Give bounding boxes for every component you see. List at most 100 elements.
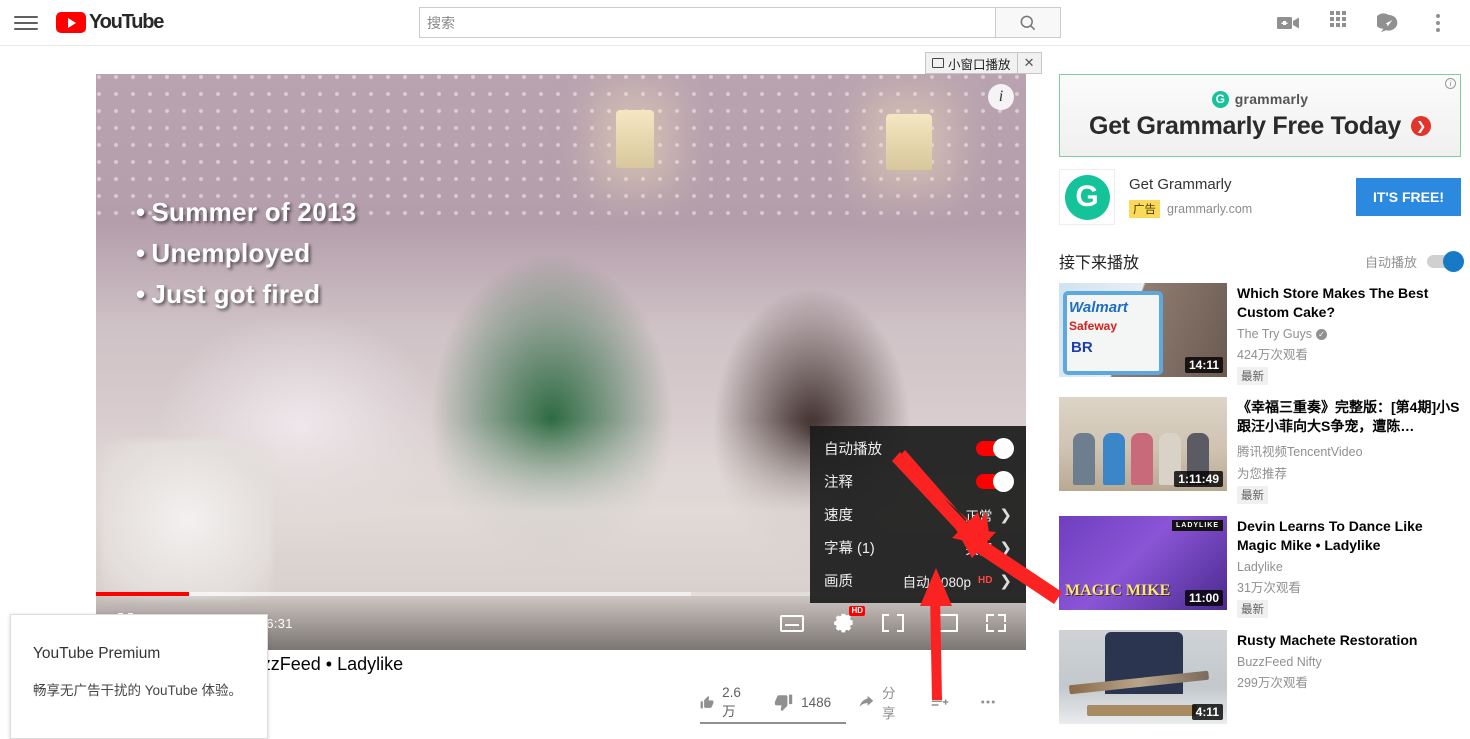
video-channel: 腾讯视频TencentVideo <box>1237 445 1363 459</box>
upnext-title: 接下来播放 <box>1059 255 1140 272</box>
save-to-playlist-button[interactable] <box>930 693 950 711</box>
sidebar-ad-banner[interactable]: i G grammarly Get Grammarly Free Today ❯ <box>1059 74 1461 157</box>
video-player[interactable]: Summer of 2013 Unemployed Just got fired… <box>96 74 1026 650</box>
action-row-underline <box>700 722 846 724</box>
dislike-count: 1486 <box>801 694 832 710</box>
search-input[interactable] <box>419 7 996 38</box>
list-item[interactable]: LADYLIKE MAGIC MIKE 11:00 Devin Learns T… <box>1059 516 1461 618</box>
overlay-line-3: Just got fired <box>136 274 356 315</box>
video-info-icon[interactable]: i <box>988 84 1014 110</box>
settings-annotations-label: 注释 <box>824 475 853 491</box>
more-options-icon[interactable] <box>1426 11 1450 35</box>
video-thumbnail[interactable]: LADYLIKE MAGIC MIKE 11:00 <box>1059 516 1227 610</box>
grammarly-logo-icon: G <box>1211 90 1229 108</box>
video-thumbnail[interactable]: Walmart Safeway BR 14:11 <box>1059 283 1227 377</box>
video-title: Rusty Machete Restoration <box>1237 632 1418 648</box>
video-views: 31万次观看 <box>1237 581 1301 595</box>
share-label: 分享 <box>882 686 896 721</box>
upnext-header: 接下来播放 自动播放 <box>1059 249 1464 283</box>
miniplayer-button[interactable] <box>882 614 904 632</box>
share-button[interactable]: 分享 <box>859 682 902 722</box>
ad-brand-row: G grammarly <box>1211 90 1308 108</box>
apps-grid-icon[interactable] <box>1326 11 1350 35</box>
ad-url-row: 广告 grammarly.com <box>1129 200 1356 218</box>
video-duration: 14:11 <box>1184 357 1223 373</box>
video-title: Which Store Makes The Best Custom Cake? <box>1237 285 1429 320</box>
video-channel-row: Ladylike <box>1237 560 1461 574</box>
thumb-board <box>1087 705 1197 716</box>
overlay-line-1: Summer of 2013 <box>136 192 356 233</box>
chevron-right-icon: ❯ <box>999 539 1012 557</box>
chevron-right-icon: ❯ <box>999 506 1012 524</box>
video-views: 424万次观看 <box>1237 348 1308 362</box>
ellipsis-icon <box>981 700 995 704</box>
video-channel-row: BuzzFeed Nifty <box>1237 655 1461 669</box>
settings-item-autoplay[interactable]: 自动播放 <box>810 432 1026 465</box>
video-title: Devin Learns To Dance Like Magic Mike • … <box>1237 518 1423 553</box>
settings-item-speed[interactable]: 速度 正常 ❯ <box>810 498 1026 531</box>
sidebar-ad-detail[interactable]: G Get Grammarly 广告 grammarly.com IT'S FR… <box>1059 169 1461 225</box>
video-title: 《幸福三重奏》完整版：[第4期]小S跟汪小菲向大S争宠，遭陈… <box>1237 399 1460 434</box>
settings-item-quality[interactable]: 画质 自动 1080p HD ❯ <box>810 564 1026 597</box>
dislike-button[interactable]: 1486 <box>774 693 831 712</box>
share-icon <box>859 695 874 707</box>
video-overlay-text: Summer of 2013 Unemployed Just got fired <box>136 192 356 315</box>
create-video-icon[interactable] <box>1276 11 1300 35</box>
thumb-text-magic-mike: MAGIC MIKE <box>1065 582 1171 599</box>
ad-logo-letter: G <box>1064 174 1110 220</box>
miniplayer-tooltip-label-group: 小窗口播放 <box>926 53 1017 73</box>
like-button[interactable]: 2.6万 <box>700 685 746 720</box>
settings-item-annotations[interactable]: 注释 <box>810 465 1026 498</box>
list-item[interactable]: 4:11 Rusty Machete Restoration BuzzFeed … <box>1059 630 1461 724</box>
video-thumbnail[interactable]: 1:11:49 <box>1059 397 1227 491</box>
video-channel: The Try Guys <box>1237 327 1313 341</box>
theater-mode-button[interactable] <box>932 614 958 632</box>
settings-autoplay-toggle[interactable] <box>976 438 1014 459</box>
thumb-up-icon <box>700 695 714 708</box>
masthead: YouTube <box>0 0 1470 46</box>
playlist-add-icon <box>931 696 949 706</box>
settings-gear-button[interactable]: HD <box>832 606 865 634</box>
notifications-icon[interactable] <box>1376 11 1400 35</box>
fullscreen-button[interactable] <box>986 614 1006 632</box>
settings-quality-value: 自动 1080p <box>902 574 971 590</box>
premium-popup-description: 畅享无广告干扰的 YouTube 体验。 <box>33 683 243 698</box>
list-item[interactable]: Walmart Safeway BR 14:11 Which Store Mak… <box>1059 283 1461 385</box>
ad-cta-button[interactable]: IT'S FREE! <box>1356 178 1461 216</box>
decor-lamp-right <box>886 114 932 170</box>
thumb-text-safeway: Safeway <box>1069 319 1118 333</box>
video-channel-row: 腾讯视频TencentVideo <box>1237 441 1461 460</box>
miniplayer-tooltip[interactable]: 小窗口播放 ✕ <box>925 52 1042 74</box>
decor-fur-pillow <box>102 440 272 600</box>
thumb-text-br: BR <box>1071 339 1093 356</box>
autoplay-label: 自动播放 <box>1364 254 1417 270</box>
autoplay-control: 自动播放 <box>1364 250 1464 272</box>
youtube-premium-popup[interactable]: YouTube Premium 畅享无广告干扰的 YouTube 体验。 <box>10 614 268 739</box>
chevron-right-icon: ❯ <box>999 572 1012 590</box>
ad-tag-badge: 广告 <box>1129 200 1160 218</box>
video-duration: 11:00 <box>1184 590 1223 606</box>
hamburger-icon[interactable] <box>14 14 38 32</box>
autoplay-toggle[interactable] <box>1427 250 1464 272</box>
decor-lamp-left <box>616 110 654 168</box>
video-badge: 最新 <box>1237 600 1268 618</box>
video-info: Which Store Makes The Best Custom Cake? … <box>1237 283 1461 385</box>
video-action-row: 2.6万 1486 分享 <box>700 682 1026 722</box>
settings-quality-hd-badge: HD <box>977 575 993 586</box>
captions-button[interactable] <box>780 614 804 632</box>
video-thumbnail[interactable]: 4:11 <box>1059 630 1227 724</box>
thumb-figure <box>1131 433 1153 485</box>
youtube-logo[interactable]: YouTube <box>56 11 164 34</box>
settings-item-subtitles[interactable]: 字幕 (1) 关闭 ❯ <box>810 531 1026 564</box>
video-views: 为您推荐 <box>1237 467 1288 481</box>
video-duration: 4:11 <box>1191 704 1223 720</box>
search-button[interactable] <box>996 7 1061 38</box>
settings-menu[interactable]: 自动播放 注释 速度 正常 ❯ 字幕 (1) 关闭 ❯ 画质 自动 1080p HD <box>810 426 1026 603</box>
miniplayer-tooltip-close[interactable]: ✕ <box>1016 53 1041 73</box>
ad-info-icon[interactable]: i <box>1445 78 1456 89</box>
ad-headline: Get Grammarly Free Today <box>1089 111 1401 140</box>
list-item[interactable]: 1:11:49 《幸福三重奏》完整版：[第4期]小S跟汪小菲向大S争宠，遭陈… … <box>1059 397 1461 504</box>
more-actions-button[interactable] <box>978 693 998 711</box>
settings-annotations-toggle[interactable] <box>976 471 1014 492</box>
miniplayer-tooltip-label: 小窗口播放 <box>948 57 1011 72</box>
